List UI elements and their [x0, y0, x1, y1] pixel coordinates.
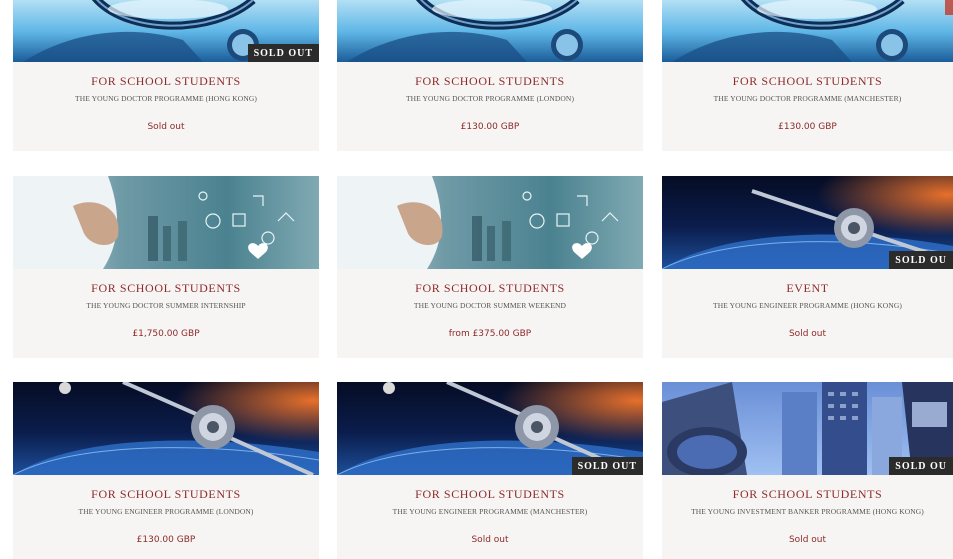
product-card[interactable]: SOLD OUT FOR SCHOOL STUDENTS THE YOUNG E… [337, 382, 643, 559]
product-price: £130.00 GBP [460, 122, 520, 132]
product-card[interactable]: SOLD OU EVENT THE YOUNG ENGINEER PROGRAM… [662, 176, 953, 358]
product-title[interactable]: THE YOUNG ENGINEER PROGRAMME (LONDON) [13, 507, 319, 516]
product-info: FOR SCHOOL STUDENTS THE YOUNG DOCTOR SUM… [13, 281, 319, 339]
product-card[interactable]: FOR SCHOOL STUDENTS THE YOUNG ENGINEER P… [13, 382, 319, 559]
product-title[interactable]: THE YOUNG DOCTOR PROGRAMME (LONDON) [337, 94, 643, 103]
medical-tech-image [13, 176, 319, 269]
product-category[interactable]: FOR SCHOOL STUDENTS [13, 281, 319, 296]
product-info: FOR SCHOOL STUDENTS THE YOUNG ENGINEER P… [13, 487, 319, 545]
product-image[interactable]: SOLD OU [662, 176, 953, 269]
product-info: EVENT THE YOUNG ENGINEER PROGRAMME (HONG… [662, 281, 953, 339]
product-image[interactable] [337, 176, 643, 269]
product-grid: SOLD OUT FOR SCHOOL STUDENTS THE YOUNG D… [0, 0, 953, 559]
product-price: Sold out [471, 535, 509, 545]
product-image[interactable] [13, 382, 319, 475]
product-category[interactable]: FOR SCHOOL STUDENTS [13, 487, 319, 502]
product-price: Sold out [788, 329, 827, 339]
product-category[interactable]: FOR SCHOOL STUDENTS [13, 74, 319, 89]
product-card[interactable]: FOR SCHOOL STUDENTS THE YOUNG DOCTOR PRO… [337, 0, 643, 151]
product-title[interactable]: THE YOUNG ENGINEER PROGRAMME (MANCHESTER… [337, 507, 643, 516]
product-price: £130.00 GBP [778, 122, 837, 132]
product-info: FOR SCHOOL STUDENTS THE YOUNG ENGINEER P… [337, 487, 643, 545]
product-title[interactable]: THE YOUNG DOCTOR SUMMER INTERNSHIP [13, 301, 319, 310]
product-card[interactable]: FOR SCHOOL STUDENTS THE YOUNG DOCTOR PRO… [662, 0, 953, 151]
sold-out-badge: SOLD OU [889, 251, 953, 269]
product-price: Sold out [788, 535, 827, 545]
product-image[interactable] [662, 0, 953, 62]
product-category[interactable]: EVENT [662, 281, 953, 296]
medical-tech-image [337, 176, 643, 269]
product-image[interactable] [337, 0, 643, 62]
stethoscope-image [662, 0, 953, 62]
product-title[interactable]: THE YOUNG DOCTOR PROGRAMME (HONG KONG) [13, 94, 319, 103]
product-info: FOR SCHOOL STUDENTS THE YOUNG INVESTMENT… [662, 487, 953, 545]
sold-out-badge: SOLD OU [889, 457, 953, 475]
product-title[interactable]: THE YOUNG INVESTMENT BANKER PROGRAMME (H… [662, 507, 953, 516]
product-category[interactable]: FOR SCHOOL STUDENTS [337, 281, 643, 296]
product-price: Sold out [147, 122, 185, 132]
product-card[interactable]: FOR SCHOOL STUDENTS THE YOUNG DOCTOR SUM… [337, 176, 643, 358]
product-price: £130.00 GBP [136, 535, 196, 545]
product-card[interactable]: SOLD OUT FOR SCHOOL STUDENTS THE YOUNG D… [13, 0, 319, 151]
product-card[interactable]: SOLD OU FOR SCHOOL STUDENTS THE YOUNG IN… [662, 382, 953, 559]
sold-out-badge: SOLD OUT [247, 44, 319, 62]
product-category[interactable]: FOR SCHOOL STUDENTS [662, 74, 953, 89]
product-image[interactable]: SOLD OUT [337, 382, 643, 475]
product-price: from £375.00 GBP [448, 329, 532, 339]
product-price: £1,750.00 GBP [132, 329, 200, 339]
product-image[interactable] [13, 176, 319, 269]
product-image[interactable]: SOLD OUT [13, 0, 319, 62]
product-info: FOR SCHOOL STUDENTS THE YOUNG DOCTOR PRO… [13, 74, 319, 132]
product-info: FOR SCHOOL STUDENTS THE YOUNG DOCTOR PRO… [662, 74, 953, 132]
product-category[interactable]: FOR SCHOOL STUDENTS [337, 74, 643, 89]
product-image[interactable]: SOLD OU [662, 382, 953, 475]
product-category[interactable]: FOR SCHOOL STUDENTS [337, 487, 643, 502]
product-card[interactable]: FOR SCHOOL STUDENTS THE YOUNG DOCTOR SUM… [13, 176, 319, 358]
product-title[interactable]: THE YOUNG ENGINEER PROGRAMME (HONG KONG) [662, 301, 953, 310]
product-info: FOR SCHOOL STUDENTS THE YOUNG DOCTOR SUM… [337, 281, 643, 339]
product-title[interactable]: THE YOUNG DOCTOR SUMMER WEEKEND [337, 301, 643, 310]
satellite-image [13, 382, 319, 475]
stethoscope-image [337, 0, 643, 62]
product-title[interactable]: THE YOUNG DOCTOR PROGRAMME (MANCHESTER) [662, 94, 953, 103]
sold-out-badge: SOLD OUT [571, 457, 643, 475]
product-info: FOR SCHOOL STUDENTS THE YOUNG DOCTOR PRO… [337, 74, 643, 132]
product-category[interactable]: FOR SCHOOL STUDENTS [662, 487, 953, 502]
